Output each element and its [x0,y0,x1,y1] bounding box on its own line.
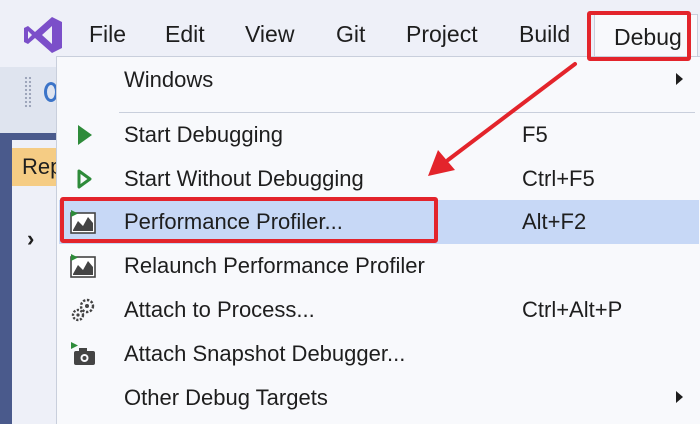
chevron-right-icon [676,73,683,85]
gears-icon [71,298,95,322]
side-tab-label: Rep [22,154,56,179]
menu-file[interactable]: File [89,18,126,50]
shortcut-text: Alt+F2 [522,209,587,234]
menu-item-label: Attach to Process... [124,297,315,322]
menu-item-label: Attach Snapshot Debugger... [124,341,406,366]
camera-icon [71,342,95,365]
menu-item-label: Performance Profiler... [124,209,343,234]
menu-item-performance-profiler[interactable]: Performance Profiler... Alt+F2 [59,200,699,244]
play-outline-icon [77,169,92,189]
shortcut-text: Ctrl+F5 [522,166,595,191]
expand-chevron-icon[interactable]: › [27,228,34,250]
menu-item-start-debugging[interactable]: Start Debugging F5 [59,113,699,157]
menu-item-attach-snapshot-debugger[interactable]: Attach Snapshot Debugger... [59,332,699,376]
menu-item-label: Start Without Debugging [124,166,364,191]
menu-debug-label: Debug [614,24,682,50]
chevron-right-icon [676,391,683,403]
menu-view[interactable]: View [245,18,294,50]
menu-git[interactable]: Git [336,18,365,50]
shortcut-text: Ctrl+Alt+P [522,297,623,322]
performance-profiler-icon [70,254,96,278]
menu-item-start-without-debugging[interactable]: Start Without Debugging Ctrl+F5 [59,157,699,201]
visual-studio-logo-icon[interactable] [22,14,64,56]
menu-item-attach-to-process[interactable]: Attach to Process... Ctrl+Alt+P [59,288,699,332]
menu-item-label: Windows [124,67,214,92]
menu-project[interactable]: Project [406,18,478,50]
side-tab[interactable]: Rep [12,148,56,186]
play-icon [78,125,92,145]
menu-item-other-debug-targets[interactable]: Other Debug Targets [59,376,699,420]
menu-debug[interactable]: Debug [594,14,698,58]
menu-build[interactable]: Build [519,18,570,50]
menu-edit[interactable]: Edit [165,18,205,50]
toolbar-grip[interactable] [24,76,32,108]
menu-item-windows[interactable]: Windows [59,58,699,102]
menu-item-label: Start Debugging [124,122,283,147]
shortcut-text: F5 [522,122,548,147]
performance-profiler-icon [70,210,96,234]
menu-item-label: Relaunch Performance Profiler [124,253,425,278]
menu-item-label: Other Debug Targets [124,385,328,410]
debug-dropdown-menu: Windows Start Debugging F5 Start Without… [56,56,700,424]
menu-item-relaunch-profiler[interactable]: Relaunch Performance Profiler [59,244,699,288]
